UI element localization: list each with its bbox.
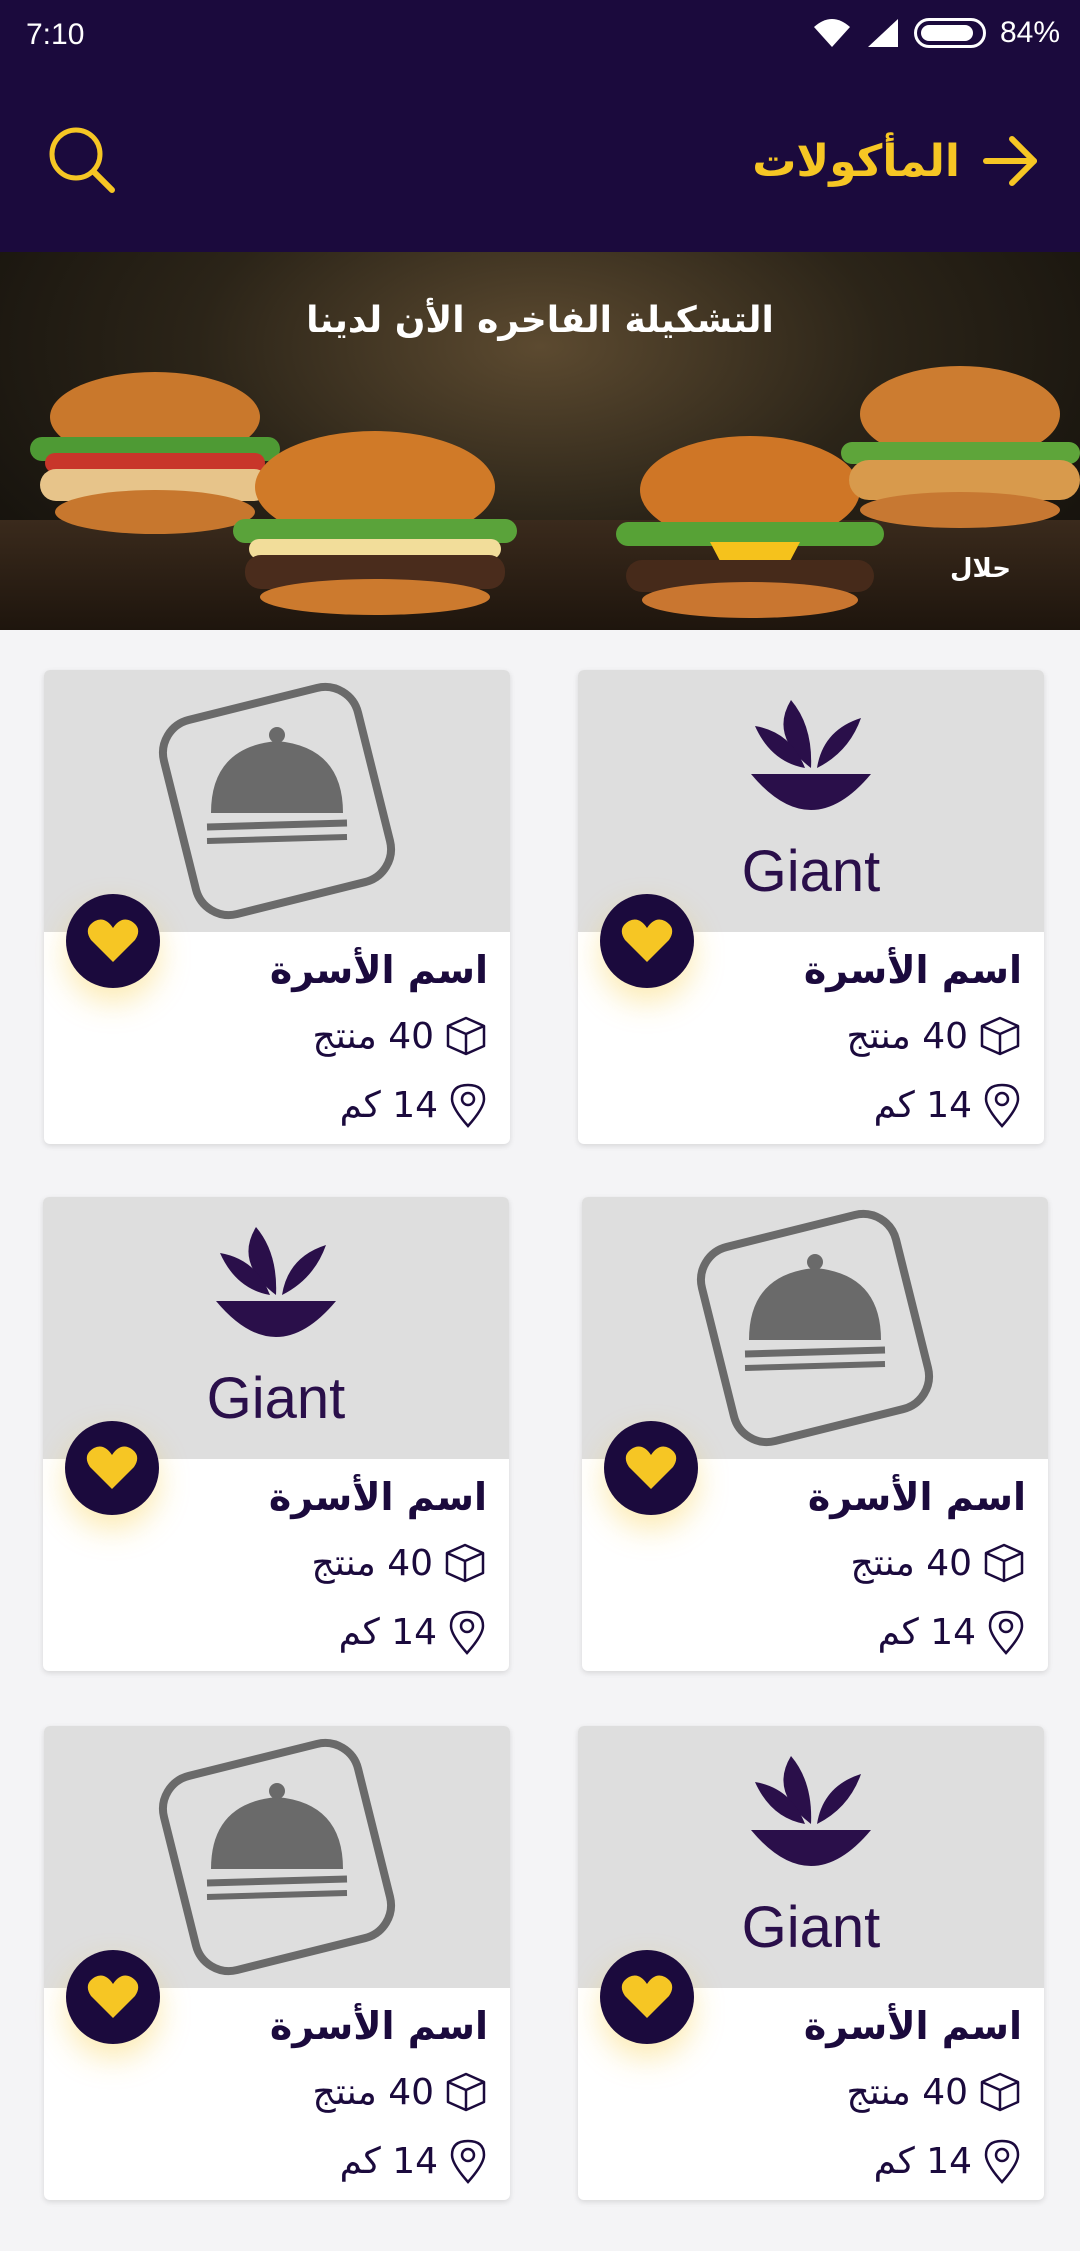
giant-logo-text: Giant [742,839,881,904]
favorite-button[interactable] [600,894,694,988]
location-pin-icon [984,2139,1020,2184]
arrow-right-icon [983,136,1037,186]
food-cloche-logo [158,682,396,920]
product-count: 40 منتج [312,1014,488,1058]
box-icon [980,2072,1020,2112]
giant-logo: Giant [207,1227,346,1431]
distance-text: 14 كم [338,1611,437,1653]
back-button[interactable] [980,130,1042,192]
family-name: اسم الأسرة [803,2004,1022,2048]
product-count: 40 منتج [312,2070,488,2114]
food-cloche-logo [158,1738,396,1976]
heart-icon [625,1446,677,1489]
favorite-button[interactable] [66,894,160,988]
product-count: 40 منتج [311,1541,487,1585]
distance: 14 كم [878,1609,1026,1655]
family-card[interactable]: اسم الأسرة 40 منتج 14 كم [582,1197,1048,1671]
page-title: المأكولات [752,135,960,187]
search-icon [49,127,115,193]
heart-icon [621,1975,673,2018]
distance-text: 14 كم [877,1611,976,1653]
battery-percent: 84% [999,16,1060,49]
promo-banner[interactable]: التشكيلة الفاخره الأن لدينا حلال [0,252,1080,630]
distance: 14 كم [340,2138,488,2184]
giant-logo-text: Giant [207,1366,346,1431]
family-name: اسم الأسرة [807,1475,1026,1519]
giant-logo: Giant [742,700,881,904]
heart-icon [86,1446,138,1489]
location-pin-icon [450,2139,486,2184]
heart-icon [87,919,139,962]
favorite-button[interactable] [65,1421,159,1515]
product-count-text: 40 منتج [850,1542,972,1584]
box-icon [446,2072,486,2112]
distance-text: 14 كم [339,2140,438,2182]
status-time: 7:10 [26,18,85,51]
card-image: Giant [578,1726,1044,1988]
burger-image-2 [233,431,517,615]
family-card[interactable]: Giant اسم الأسرة 40 منتج 14 كم [43,1197,509,1671]
distance-text: 14 كم [873,2140,972,2182]
location-pin-icon [449,1610,485,1655]
family-card[interactable]: Giant اسم الأسرة 40 منتج 14 كم [578,1726,1044,2200]
family-card[interactable]: Giant اسم الأسرة 40 منتج 14 كم [578,670,1044,1144]
giant-logo: Giant [742,1756,881,1960]
family-card[interactable]: اسم الأسرة 40 منتج 14 كم [44,670,510,1144]
favorite-button[interactable] [66,1950,160,2044]
favorite-button[interactable] [600,1950,694,2044]
distance-text: 14 كم [339,1084,438,1126]
box-icon [446,1016,486,1056]
battery-icon [913,18,986,48]
heart-icon [621,919,673,962]
location-pin-icon [988,1610,1024,1655]
product-count: 40 منتج [846,2070,1022,2114]
status-icons: 84% [812,16,1060,50]
product-count-text: 40 منتج [312,1015,434,1057]
status-bar: 7:10 84% [0,0,1080,72]
card-image [44,670,510,932]
box-icon [980,1016,1020,1056]
burger-image-4 [841,366,1080,528]
family-card[interactable]: اسم الأسرة 40 منتج 14 كم [44,1726,510,2200]
signal-icon [867,19,898,47]
box-icon [445,1543,485,1583]
distance: 14 كم [339,1609,487,1655]
app-bar: المأكولات [0,72,1080,252]
heart-icon [87,1975,139,2018]
card-image: Giant [43,1197,509,1459]
family-name: اسم الأسرة [269,948,488,992]
distance-text: 14 كم [873,1084,972,1126]
product-count-text: 40 منتج [846,1015,968,1057]
product-count: 40 منتج [846,1014,1022,1058]
location-pin-icon [984,1083,1020,1128]
family-name: اسم الأسرة [803,948,1022,992]
product-count-text: 40 منتج [312,2071,434,2113]
search-button[interactable] [46,124,120,198]
giant-logo-text: Giant [742,1895,881,1960]
halal-badge: حلال [950,554,1012,584]
wifi-icon [813,19,850,47]
location-pin-icon [450,1083,486,1128]
card-image [582,1197,1048,1459]
product-count-text: 40 منتج [846,2071,968,2113]
product-count-text: 40 منتج [311,1542,433,1584]
card-image [44,1726,510,1988]
distance: 14 كم [340,1082,488,1128]
distance: 14 كم [874,1082,1022,1128]
card-image: Giant [578,670,1044,932]
header-title-group: المأكولات [752,130,1042,192]
favorite-button[interactable] [604,1421,698,1515]
box-icon [984,1543,1024,1583]
distance: 14 كم [874,2138,1022,2184]
family-name: اسم الأسرة [269,2004,488,2048]
product-count: 40 منتج [850,1541,1026,1585]
food-cloche-logo [696,1209,934,1447]
banner-headline: التشكيلة الفاخره الأن لدينا [306,300,774,341]
family-name: اسم الأسرة [268,1475,487,1519]
